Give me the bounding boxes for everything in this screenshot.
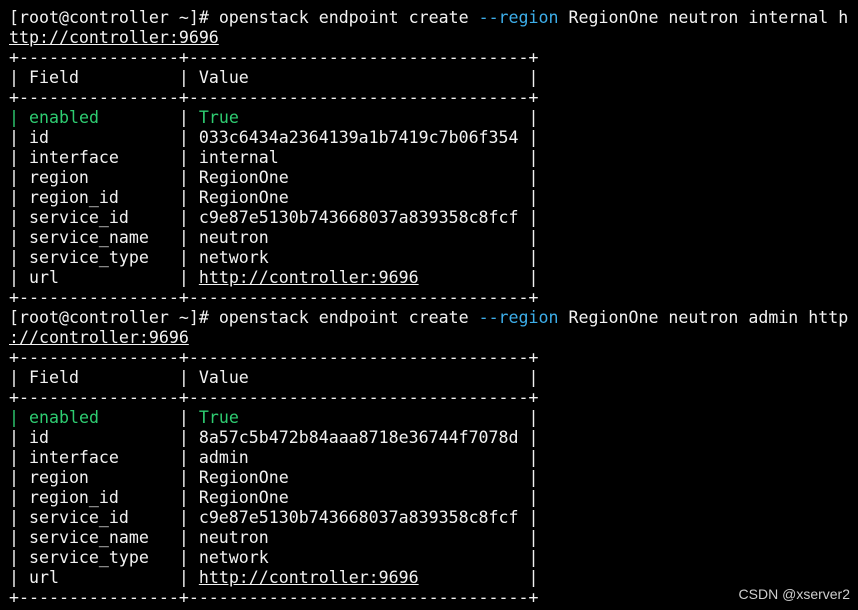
table-row: | service_name | neutron | [9, 228, 539, 247]
row-field: url [28, 568, 59, 587]
table-row: | interface | internal | [9, 148, 539, 167]
row-value: 033c6434a2364139a1b7419c7b06f354 [198, 128, 519, 147]
row-pipe: | [9, 108, 19, 127]
table-row: | id | 033c6434a2364139a1b7419c7b06f354 … [9, 128, 539, 147]
row-value: RegionOne [198, 488, 289, 507]
command-line-wrap: ://controller:9696 [9, 328, 848, 348]
row-value: True [198, 408, 239, 427]
url-link: http://controller:9696 [198, 268, 419, 287]
table-border: +----------------+----------------------… [9, 388, 848, 408]
row-value: c9e87e5130b743668037a839358c8fcf [198, 208, 519, 227]
row-field: service_name [28, 228, 149, 247]
command-option: --region [478, 8, 559, 27]
table-row: | service_type | network | [9, 548, 539, 567]
header-value: Value [198, 368, 519, 387]
table-border-bottom: +----------------+----------------------… [9, 288, 539, 307]
url-link-wrapped: ://controller:9696 [9, 328, 189, 347]
terminal-output[interactable]: [root@controller ~]# openstack endpoint … [9, 8, 848, 608]
table-row: | region | RegionOne | [9, 168, 539, 187]
table-row: | region_id | RegionOne | [9, 488, 539, 507]
table-header: | Field | Value | [9, 68, 539, 87]
table-border-top: +----------------+----------------------… [9, 348, 539, 367]
row-value: RegionOne [198, 168, 289, 187]
row-field: service_id [28, 208, 129, 227]
row-field: enabled [29, 108, 99, 127]
row-field: service_type [28, 548, 149, 567]
row-field: service_id [28, 508, 129, 527]
row-value: 8a57c5b472b84aaa8718e36744f7078d [198, 428, 519, 447]
table-border: +----------------+----------------------… [9, 48, 848, 68]
row-field: url [28, 268, 59, 287]
table-header: | Field | Value | [9, 368, 539, 387]
table-row: | enabled | True | [9, 408, 539, 427]
row-field: interface [28, 448, 119, 467]
row-pipe: | [9, 408, 19, 427]
row-field: service_type [28, 248, 149, 267]
url-link-wrapped: ttp://controller:9696 [9, 28, 219, 47]
row-field: id [28, 428, 49, 447]
command-option: --region [478, 308, 559, 327]
command-text: openstack endpoint create [218, 8, 469, 27]
table-border-bottom: +----------------+----------------------… [9, 588, 539, 607]
table-row: | enabled | True | [9, 108, 539, 127]
command-args: RegionOne neutron admin http [568, 308, 849, 327]
shell-prompt: [root@controller ~]# [9, 8, 209, 27]
watermark: CSDN @xserver2 [738, 586, 850, 602]
shell-prompt: [root@controller ~]# [9, 308, 209, 327]
table-border: +----------------+----------------------… [9, 288, 848, 308]
command-line: [root@controller ~]# openstack endpoint … [9, 8, 848, 28]
row-value: True [198, 108, 239, 127]
row-value: neutron [198, 528, 269, 547]
row-value: c9e87e5130b743668037a839358c8fcf [198, 508, 519, 527]
row-value: RegionOne [198, 468, 289, 487]
table-row: | service_type | network | [9, 248, 539, 267]
table-border-top: +----------------+----------------------… [9, 48, 539, 67]
row-value: neutron [198, 228, 269, 247]
table-border-mid: +----------------+----------------------… [9, 88, 539, 107]
table-border: +----------------+----------------------… [9, 588, 848, 608]
table-row: | url | http://controller:9696 | [9, 568, 539, 587]
command-args: RegionOne neutron internal h [568, 8, 849, 27]
row-value: network [198, 548, 269, 567]
table-row: | region | RegionOne | [9, 468, 539, 487]
command-line: [root@controller ~]# openstack endpoint … [9, 308, 848, 328]
row-field: service_name [28, 528, 149, 547]
url-link: http://controller:9696 [198, 568, 419, 587]
row-value: internal [198, 148, 279, 167]
table-border: +----------------+----------------------… [9, 348, 848, 368]
header-value: Value [198, 68, 519, 87]
row-field: region [28, 468, 89, 487]
row-field: region_id [28, 488, 119, 507]
header-field: Field [28, 368, 169, 387]
row-field: enabled [29, 408, 99, 427]
row-value: admin [198, 448, 249, 467]
table-row: | interface | admin | [9, 448, 539, 467]
row-field: region_id [28, 188, 119, 207]
table-row: | service_id | c9e87e5130b743668037a8393… [9, 208, 539, 227]
row-field: id [28, 128, 49, 147]
table-row: | service_name | neutron | [9, 528, 539, 547]
row-field: region [28, 168, 89, 187]
command-line-wrap: ttp://controller:9696 [9, 28, 848, 48]
table-border-mid: +----------------+----------------------… [9, 388, 539, 407]
row-value: RegionOne [198, 188, 289, 207]
header-field: Field [28, 68, 169, 87]
table-row: | url | http://controller:9696 | [9, 268, 539, 287]
table-row: | region_id | RegionOne | [9, 188, 539, 207]
table-border: +----------------+----------------------… [9, 88, 848, 108]
row-value: network [198, 248, 269, 267]
table-row: | id | 8a57c5b472b84aaa8718e36744f7078d … [9, 428, 539, 447]
command-text: openstack endpoint create [218, 308, 469, 327]
row-field: interface [28, 148, 119, 167]
table-row: | service_id | c9e87e5130b743668037a8393… [9, 508, 539, 527]
